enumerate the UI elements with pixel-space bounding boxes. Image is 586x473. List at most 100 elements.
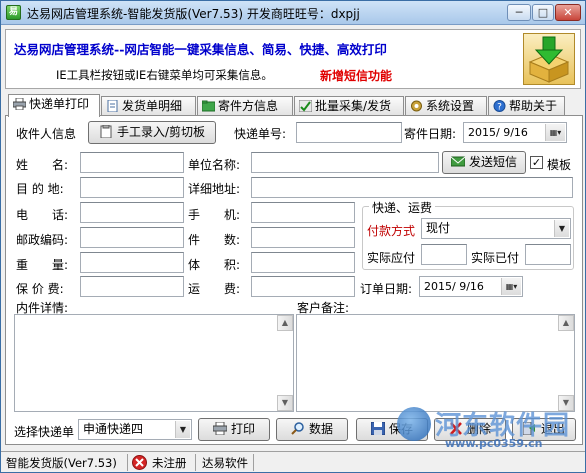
- banner-title: 达易网店管理系统--网店智能一键采集信息、简易、快捷、高效打印: [14, 42, 387, 57]
- floppy-icon: [370, 422, 385, 435]
- tab-system-settings[interactable]: 系统设置: [405, 96, 487, 116]
- insurance-label: 保 价 费:: [16, 282, 64, 296]
- main-window: 易 达易网店管理系统-智能发货版(Ver7.53) 开发商旺旺号：dxpjj ─…: [0, 0, 586, 473]
- delete-button[interactable]: 删除: [434, 418, 506, 441]
- scroll-down-icon[interactable]: ▼: [558, 395, 574, 411]
- volume-input[interactable]: [251, 252, 355, 273]
- destination-label: 目 的 地:: [16, 182, 64, 196]
- actual-due-input[interactable]: [421, 244, 467, 265]
- tracking-number-label: 快递单号:: [234, 127, 287, 141]
- close-button[interactable]: ✕: [555, 4, 581, 21]
- scroll-down-icon[interactable]: ▼: [277, 395, 293, 411]
- weight-label: 重 量:: [16, 258, 69, 272]
- payment-method-label: 付款方式: [367, 224, 416, 238]
- express-freight-group: 快递、运费 付款方式 现付 ▼ 实际应付 实际已付: [362, 199, 574, 270]
- data-button[interactable]: 数据: [276, 418, 348, 441]
- order-date-picker[interactable]: 2015/ 9/16 ▦▾: [419, 276, 523, 297]
- magnifier-icon: [291, 422, 304, 435]
- send-date-picker[interactable]: 2015/ 9/16 ▦▾: [463, 122, 567, 143]
- sms-icon: [450, 156, 465, 167]
- send-sms-button[interactable]: 发送短信: [442, 151, 526, 174]
- recipient-info-label: 收件人信息: [16, 127, 77, 141]
- exit-icon: [522, 422, 535, 435]
- contents-textarea[interactable]: ▲ ▼: [14, 314, 294, 412]
- help-icon: ?: [493, 100, 506, 112]
- phone-input[interactable]: [80, 202, 184, 223]
- actual-paid-label: 实际已付: [471, 251, 520, 265]
- tracking-number-input[interactable]: [296, 122, 402, 143]
- status-registration: 未注册: [152, 456, 187, 470]
- batch-icon: [299, 100, 312, 112]
- printer-icon: [13, 98, 26, 110]
- order-date-label: 订单日期:: [360, 282, 413, 296]
- volume-label: 体 积:: [188, 258, 241, 272]
- manual-input-button[interactable]: 手工录入/剪切板: [88, 121, 216, 144]
- scroll-up-icon[interactable]: ▲: [558, 315, 574, 331]
- template-checkbox[interactable]: ✓: [530, 156, 543, 169]
- settings-icon: [411, 100, 422, 112]
- banner-subtitle: IE工具栏按钮或IE右键菜单均可采集信息。: [56, 68, 273, 82]
- status-version: 智能发货版(Ver7.53): [6, 456, 117, 470]
- freight-label: 运 费:: [188, 282, 241, 296]
- actual-paid-input[interactable]: [525, 244, 571, 265]
- weight-input[interactable]: [80, 252, 184, 273]
- warning-icon: [132, 455, 147, 470]
- postcode-input[interactable]: [80, 227, 184, 248]
- tab-sender-info[interactable]: 寄件方信息: [197, 96, 293, 116]
- name-input[interactable]: [80, 152, 184, 173]
- tab-help-about[interactable]: ? 帮助关于: [488, 96, 565, 116]
- pieces-input[interactable]: [251, 227, 355, 248]
- print-button[interactable]: 打印: [198, 418, 270, 441]
- status-bar: 智能发货版(Ver7.53) 未注册 达易软件: [1, 451, 585, 472]
- company-label: 单位名称:: [188, 158, 241, 172]
- address-input[interactable]: [251, 177, 573, 198]
- tab-label: 快递单打印: [29, 97, 90, 111]
- customer-note-textarea[interactable]: ▲ ▼: [296, 314, 575, 412]
- express-freight-title: 快递、运费: [369, 199, 436, 216]
- payment-method-select[interactable]: 现付 ▼: [421, 218, 571, 239]
- tab-bar: 快递单打印 发货单明细 寄件方信息 批量采集/发货 系统设置 ? 帮助关于: [8, 94, 584, 117]
- status-divider: [253, 454, 254, 471]
- status-company: 达易软件: [202, 456, 248, 470]
- address-label: 详细地址:: [188, 182, 241, 196]
- app-logo-icon: 易: [6, 5, 21, 20]
- mobile-input[interactable]: [251, 202, 355, 223]
- window-title: 达易网店管理系统-智能发货版(Ver7.53) 开发商旺旺号：dxpjj: [27, 7, 360, 21]
- tab-batch-collect[interactable]: 批量采集/发货: [294, 96, 404, 116]
- postcode-label: 邮政编码:: [16, 233, 69, 247]
- tab-label: 系统设置: [426, 99, 475, 113]
- scroll-up-icon[interactable]: ▲: [277, 315, 293, 331]
- pieces-label: 件 数:: [188, 233, 241, 247]
- insurance-input[interactable]: [80, 276, 184, 297]
- express-template-select[interactable]: 申通快递四 ▼: [78, 419, 192, 440]
- tab-label: 帮助关于: [509, 99, 558, 113]
- chevron-down-icon[interactable]: ▼: [554, 220, 569, 237]
- actual-due-label: 实际应付: [367, 251, 416, 265]
- tab-shipping-detail[interactable]: 发货单明细: [101, 96, 196, 116]
- svg-text:?: ?: [497, 103, 502, 113]
- document-icon: [107, 100, 118, 112]
- freight-input[interactable]: [251, 276, 355, 297]
- delete-icon: [450, 422, 462, 435]
- tab-print-waybill[interactable]: 快递单打印: [8, 94, 100, 117]
- status-divider: [195, 454, 196, 471]
- exit-button[interactable]: 退出: [512, 418, 576, 441]
- minimize-button[interactable]: ─: [507, 4, 531, 21]
- company-input[interactable]: [251, 152, 439, 173]
- calendar-icon[interactable]: ▦▾: [501, 278, 521, 295]
- status-divider: [127, 454, 128, 471]
- chevron-down-icon[interactable]: ▼: [175, 421, 190, 438]
- save-button[interactable]: 保存: [356, 418, 428, 441]
- maximize-button[interactable]: □: [532, 4, 554, 21]
- mobile-label: 手 机:: [188, 208, 241, 222]
- new-feature-text: 新增短信功能: [320, 69, 393, 83]
- print-waybill-panel: 收件人信息 手工录入/剪切板 快递单号: 寄件日期: 2015/ 9/16 ▦▾…: [5, 115, 583, 445]
- destination-input[interactable]: [80, 177, 184, 198]
- phone-label: 电 话:: [16, 208, 69, 222]
- select-express-label: 选择快递单: [14, 425, 75, 439]
- tab-label: 寄件方信息: [218, 99, 279, 113]
- printer-icon: [212, 422, 227, 435]
- name-label: 姓 名:: [16, 158, 69, 172]
- calendar-icon[interactable]: ▦▾: [545, 124, 565, 141]
- template-label: 模板: [547, 158, 572, 172]
